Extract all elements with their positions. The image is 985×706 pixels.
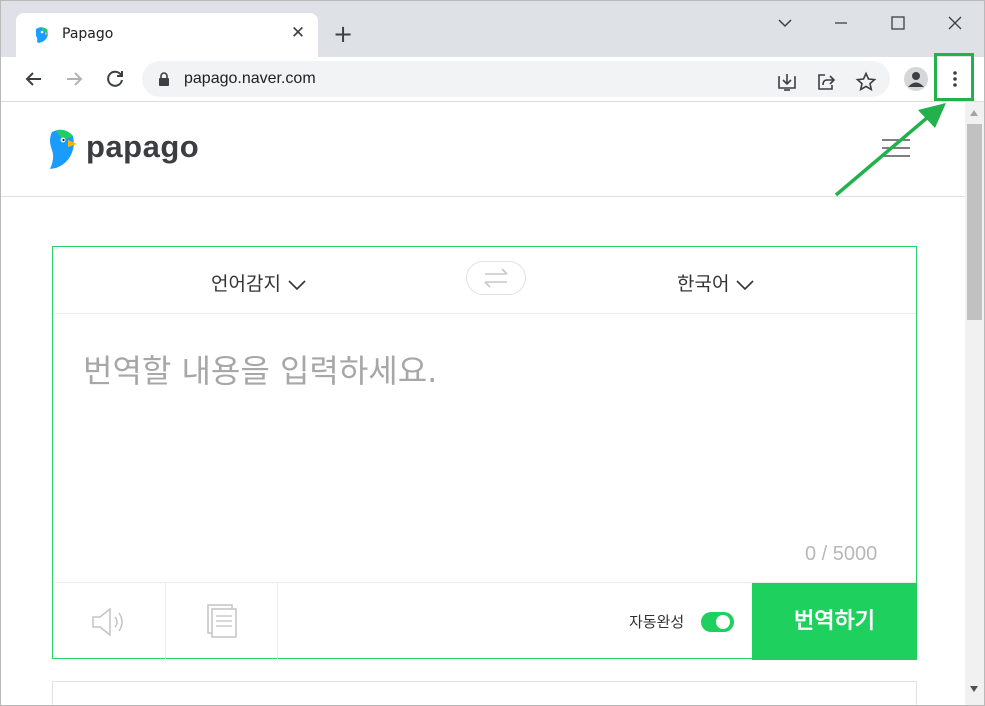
- window-close-icon[interactable]: [945, 13, 965, 33]
- translate-button[interactable]: 번역하기: [752, 583, 917, 660]
- language-bar: 언어감지 한국어: [53, 247, 916, 314]
- speaker-icon: [92, 607, 123, 637]
- character-counter: 0 / 5000: [805, 543, 878, 565]
- toggle-knob: [716, 615, 730, 629]
- menu-highlight-box: [934, 53, 974, 101]
- vertical-scrollbar[interactable]: [965, 102, 984, 705]
- install-app-icon[interactable]: [776, 71, 798, 93]
- address-bar[interactable]: papago.naver.com: [142, 61, 890, 97]
- lock-icon[interactable]: [158, 72, 170, 86]
- chevron-down-icon[interactable]: [775, 13, 795, 33]
- copy-button[interactable]: [165, 583, 278, 659]
- papago-logo-icon[interactable]: [46, 128, 78, 170]
- share-icon[interactable]: [815, 71, 837, 93]
- plus-icon[interactable]: +: [332, 22, 354, 46]
- url-text[interactable]: papago.naver.com: [184, 70, 316, 88]
- page-content: papago 언어감지 한국어 번역할 내용을 입력하세요. 0 / 5000 …: [1, 102, 965, 705]
- target-language-select[interactable]: 한국어: [677, 269, 755, 296]
- star-icon[interactable]: [855, 71, 877, 93]
- logo-text[interactable]: papago: [86, 129, 199, 165]
- arrow-right-icon[interactable]: [62, 67, 86, 91]
- target-language-label: 한국어: [677, 273, 730, 295]
- scroll-down-arrow-icon[interactable]: [970, 686, 978, 692]
- arrow-left-icon[interactable]: [22, 67, 46, 91]
- browser-tab[interactable]: Papago ✕: [16, 13, 318, 57]
- autocomplete-toggle[interactable]: [701, 612, 734, 632]
- translator-panel: 언어감지 한국어 번역할 내용을 입력하세요. 0 / 5000 자동완성 번역…: [52, 246, 917, 660]
- swap-languages-button[interactable]: [466, 261, 526, 295]
- chevron-down-icon: [736, 279, 755, 290]
- swap-icon: [484, 268, 508, 288]
- copy-icon: [207, 604, 237, 638]
- reload-icon[interactable]: [103, 67, 127, 91]
- autocomplete-label: 자동완성: [629, 613, 685, 631]
- minimize-icon[interactable]: [831, 13, 851, 33]
- source-language-label: 언어감지: [211, 273, 281, 295]
- source-text-input[interactable]: 번역할 내용을 입력하세요.: [83, 346, 437, 392]
- text-to-speech-button[interactable]: [53, 583, 166, 659]
- title-bar: Papago ✕ +: [1, 1, 984, 57]
- tab-title: Papago: [62, 26, 114, 42]
- site-header: papago: [1, 102, 965, 197]
- close-icon[interactable]: ✕: [289, 24, 307, 42]
- papago-parrot-icon: [36, 27, 49, 43]
- hamburger-menu-icon[interactable]: [882, 138, 910, 158]
- source-language-select[interactable]: 언어감지: [211, 269, 307, 296]
- browser-window: Papago ✕ + papago.naver.com papago 언어감지 …: [0, 0, 985, 706]
- browser-toolbar: papago.naver.com: [1, 57, 984, 102]
- result-panel: [52, 681, 917, 705]
- profile-icon[interactable]: [904, 67, 928, 91]
- scroll-up-arrow-icon[interactable]: [970, 110, 978, 116]
- maximize-icon[interactable]: [888, 13, 908, 33]
- action-bar: 자동완성 번역하기: [53, 582, 917, 660]
- chevron-down-icon: [288, 279, 306, 290]
- scroll-thumb[interactable]: [967, 124, 982, 320]
